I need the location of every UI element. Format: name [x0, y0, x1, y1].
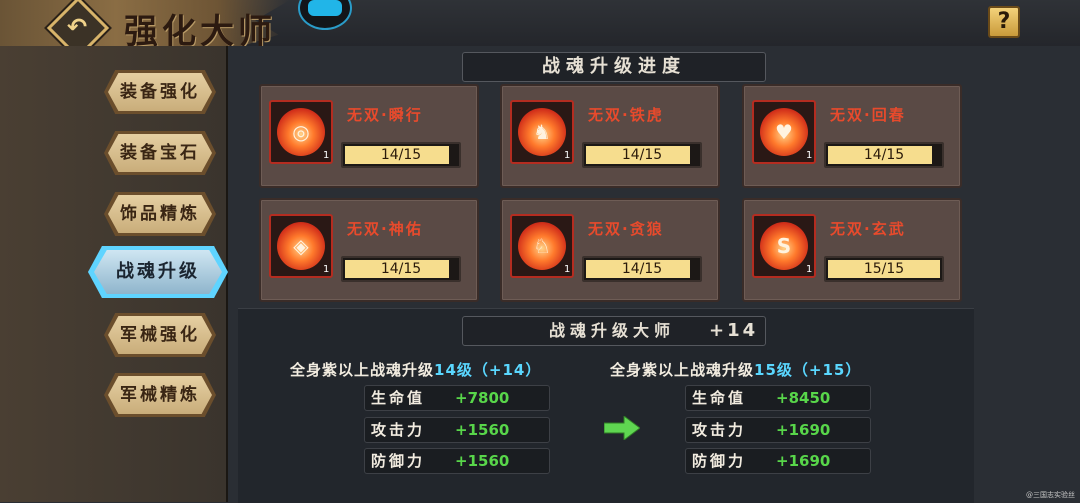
next-stat-hp: 生命值 +8450: [685, 385, 871, 411]
soul-name: 无双·铁虎: [588, 106, 664, 124]
help-button[interactable]: ?: [988, 6, 1020, 38]
current-condition: 全身紫以上战魂升级14级（+14）: [290, 361, 542, 379]
wolf-head-icon: ♘: [518, 222, 566, 270]
master-level: +14: [709, 320, 759, 341]
sidebar-item-accessory-refine[interactable]: 饰品精炼: [104, 192, 216, 236]
soul-level: 1: [564, 150, 571, 161]
sidebar-item-label: 军械精炼: [120, 385, 200, 405]
progress-section-title: 战魂升级进度: [462, 52, 766, 82]
sidebar-item-soul-upgrade[interactable]: 战魂升级: [88, 246, 228, 298]
soul-card[interactable]: ♞ 1 无双·铁虎 14/15: [500, 84, 720, 188]
soul-card[interactable]: ♘ 1 无双·贪狼 14/15: [500, 198, 720, 302]
next-stat-attack: 攻击力 +1690: [685, 417, 871, 443]
next-condition: 全身紫以上战魂升级15级（+15）: [610, 361, 862, 379]
next-stat-defense: 防御力 +1690: [685, 448, 871, 474]
soul-name: 无双·回春: [830, 106, 906, 124]
soul-name: 无双·贪狼: [588, 220, 664, 238]
progress-bar: 14/15: [824, 142, 944, 168]
sidebar-item-label: 饰品精炼: [120, 204, 200, 224]
master-title: 战魂升级大师: [549, 321, 676, 340]
master-header: 战魂升级大师 +14: [462, 316, 766, 346]
sidebar-item-label: 战魂升级: [116, 261, 200, 282]
sidebar-item-armory-refine[interactable]: 军械精炼: [104, 373, 216, 417]
current-stat-defense: 防御力 +1560: [364, 448, 550, 474]
progress-text: 14/15: [380, 261, 422, 277]
tiger-head-icon: ♞: [518, 108, 566, 156]
soul-level: 1: [323, 264, 330, 275]
soul-name: 无双·瞬行: [347, 106, 423, 124]
soul-level: 1: [323, 150, 330, 161]
next-condition-level: 15级（+15）: [754, 361, 862, 379]
logo-emblem-icon: [308, 0, 342, 16]
sidebar-item-label: 装备宝石: [120, 143, 200, 163]
sidebar-item-label: 军械强化: [120, 325, 200, 345]
current-stat-attack: 攻击力 +1560: [364, 417, 550, 443]
soul-level: 1: [806, 264, 813, 275]
sidebar-item-equipment-enhance[interactable]: 装备强化: [104, 70, 216, 114]
right-arrow-icon: [604, 416, 640, 440]
soul-card[interactable]: ♥ 1 无双·回春 14/15: [742, 84, 962, 188]
soul-card[interactable]: ◎ 1 无双·瞬行 14/15: [259, 84, 479, 188]
progress-text: 14/15: [621, 147, 663, 163]
heart-icon: ♥: [760, 108, 808, 156]
shield-gem-icon: ◈: [277, 222, 325, 270]
soul-level: 1: [564, 264, 571, 275]
progress-bar: 15/15: [824, 256, 944, 282]
soul-name: 无双·玄武: [830, 220, 906, 238]
progress-text: 14/15: [863, 147, 905, 163]
progress-text: 15/15: [863, 261, 905, 277]
soul-card[interactable]: ◈ 1 无双·神佑 14/15: [259, 198, 479, 302]
current-stat-hp: 生命值 +7800: [364, 385, 550, 411]
progress-bar: 14/15: [582, 142, 702, 168]
turtle-shield-icon: S: [760, 222, 808, 270]
progress-bar: 14/15: [582, 256, 702, 282]
sidebar-item-armory-enhance[interactable]: 军械强化: [104, 313, 216, 357]
progress-bar: 14/15: [341, 256, 461, 282]
soul-card[interactable]: S 1 无双·玄武 15/15: [742, 198, 962, 302]
progress-text: 14/15: [380, 147, 422, 163]
progress-text: 14/15: [621, 261, 663, 277]
soul-name: 无双·神佑: [347, 220, 423, 238]
flame-swirl-icon: ◎: [277, 108, 325, 156]
progress-bar: 14/15: [341, 142, 461, 168]
sidebar-item-label: 装备强化: [120, 82, 200, 102]
back-arrow-icon[interactable]: ↶: [60, 10, 94, 44]
current-condition-level: 14级（+14）: [434, 361, 542, 379]
sidebar-item-equipment-gems[interactable]: 装备宝石: [104, 131, 216, 175]
soul-level: 1: [806, 150, 813, 161]
watermark: @三国志实验丝: [1026, 491, 1075, 499]
